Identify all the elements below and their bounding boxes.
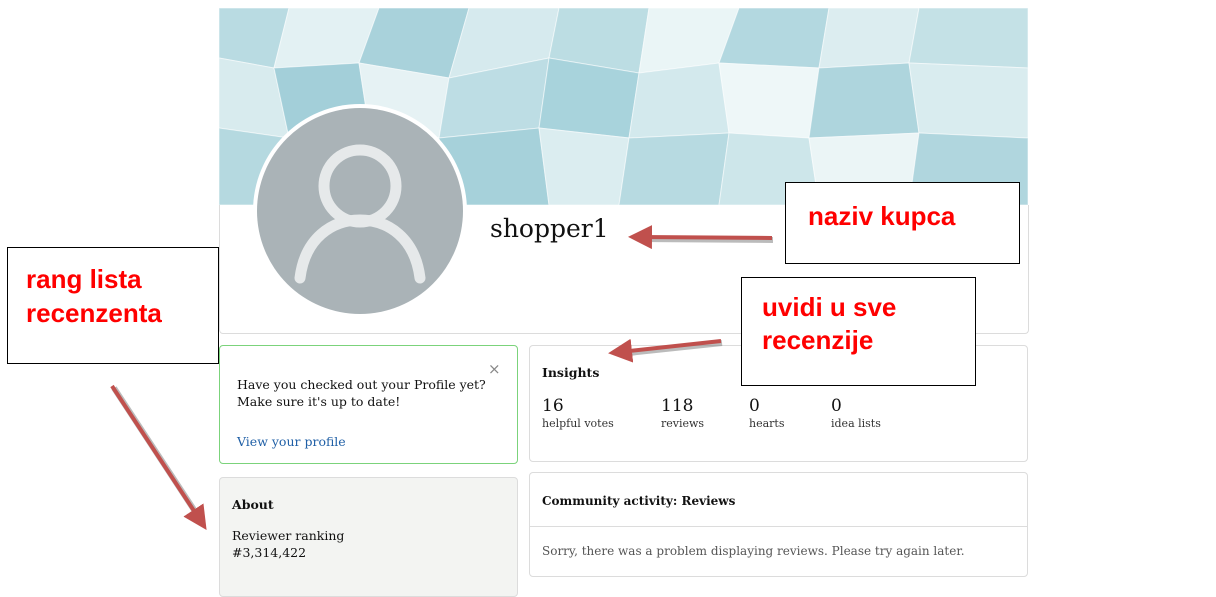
profile-prompt-card: × Have you checked out your Profile yet?…	[219, 345, 518, 464]
activity-error-message: Sorry, there was a problem displaying re…	[542, 544, 965, 558]
avatar[interactable]	[253, 104, 467, 318]
annotation-rank-callout: rang lista recenzenta	[7, 247, 219, 364]
profile-username: shopper1	[490, 214, 609, 243]
divider	[530, 526, 1027, 527]
about-card: About Reviewer ranking #3,314,422	[219, 477, 518, 597]
arrow-to-about	[110, 384, 207, 531]
stat-value: 118	[661, 396, 694, 416]
stat-label: reviews	[661, 417, 705, 430]
annotation-name-callout: naziv kupca	[785, 182, 1020, 264]
annotation-name-text: naziv kupca	[808, 201, 956, 231]
community-activity-card: Community activity: Reviews Sorry, there…	[529, 472, 1028, 577]
about-title: About	[232, 497, 274, 512]
prompt-message-line1: Have you checked out your Profile yet?	[237, 377, 486, 392]
stat-hearts[interactable]: 0 hearts	[749, 396, 784, 431]
annotation-rank-line2: recenzenta	[26, 298, 162, 328]
reviewer-ranking-label: Reviewer ranking	[232, 528, 345, 543]
user-silhouette-icon	[294, 144, 426, 284]
stat-helpful-votes[interactable]: 16 helpful votes	[542, 396, 614, 431]
stat-value: 0	[749, 396, 760, 416]
community-activity-title: Community activity: Reviews	[542, 494, 736, 508]
annotation-rank-line1: rang lista	[26, 264, 142, 294]
annotation-rank-text: rang lista recenzenta	[26, 262, 162, 330]
stat-value: 0	[831, 396, 842, 416]
annotation-insights-line2: recenzije	[762, 325, 874, 355]
stat-idea-lists[interactable]: 0 idea lists	[831, 396, 881, 431]
view-profile-link[interactable]: View your profile	[237, 434, 346, 449]
stat-label: helpful votes	[542, 417, 614, 430]
stat-reviews[interactable]: 118 reviews	[661, 396, 704, 431]
close-icon[interactable]: ×	[488, 360, 501, 378]
annotation-insights-line1: uvidi u sve	[762, 292, 897, 322]
reviewer-ranking-value: #3,314,422	[232, 545, 307, 560]
prompt-message: Have you checked out your Profile yet? M…	[237, 376, 487, 410]
prompt-message-line2: Make sure it's up to date!	[237, 394, 401, 409]
stat-value: 16	[542, 396, 564, 416]
stat-label: hearts	[749, 417, 785, 430]
annotation-insights-callout: uvidi u sve recenzije	[741, 277, 976, 386]
insights-title: Insights	[542, 365, 600, 380]
annotation-insights-text: uvidi u sve recenzije	[762, 291, 896, 357]
stat-label: idea lists	[831, 417, 881, 430]
avatar-image	[257, 108, 463, 314]
